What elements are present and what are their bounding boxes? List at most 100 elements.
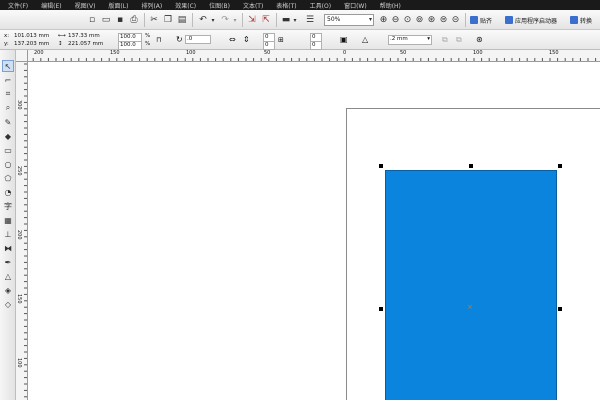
selection-handle-middle-left[interactable] [379, 307, 383, 311]
polygon-tool-icon[interactable]: ⬠ [2, 172, 14, 184]
menu-effects[interactable]: 效果(C) [175, 1, 196, 10]
ruler-top-label: 0 [343, 50, 347, 56]
cut-icon[interactable]: ✂ [148, 13, 160, 27]
application-launcher-icon[interactable]: ▬ [280, 13, 292, 27]
smart-fill-tool-icon[interactable]: ◆ [2, 130, 14, 142]
lock-ratio-icon[interactable]: ⊓ [156, 36, 161, 44]
freehand-tool-icon[interactable]: ✎ [2, 116, 14, 128]
undo-icon[interactable]: ↶ [196, 13, 210, 27]
menu-bitmaps[interactable]: 位图(B) [209, 1, 230, 10]
paste-icon[interactable]: ▤ [176, 13, 188, 27]
ellipse-tool-icon[interactable]: ○ [2, 158, 14, 170]
zoom-page-height-icon[interactable]: ⊝ [450, 13, 461, 27]
mirror-vertical-icon[interactable]: ⇕ [243, 35, 250, 44]
outline-pen-icon: △ [362, 35, 369, 44]
interactive-blend-tool-icon[interactable]: ⧓ [2, 242, 14, 254]
menu-window[interactable]: 窗口(W) [344, 1, 367, 10]
save-icon[interactable]: ▪ [114, 13, 126, 27]
menu-view[interactable]: 视图(V) [75, 1, 96, 10]
to-front-icon[interactable]: ⧉ [442, 35, 448, 45]
rotation-field[interactable]: .0 [185, 35, 211, 44]
selection-handle-top-right[interactable] [558, 164, 562, 168]
transfer-icon [570, 16, 578, 24]
launcher-dropdown-icon[interactable]: ▾ [292, 13, 298, 27]
text-tool-icon[interactable]: 字 [2, 200, 14, 212]
zoom-out-icon[interactable]: ⊖ [390, 13, 401, 27]
menu-layout[interactable]: 版面(L) [108, 1, 128, 10]
zoom-page-width-icon[interactable]: ⊜ [438, 13, 449, 27]
menu-help[interactable]: 帮助(H) [380, 1, 401, 10]
transfer-button[interactable]: 转换 [570, 13, 592, 27]
horizontal-ruler[interactable]: 200 150 100 50 0 50 100 150 [16, 50, 600, 62]
standard-toolbar: ▫ ▭ ▪ ⎙ ✂ ❐ ▤ ↶ ▾ ↷ ▾ ⇲ ⇱ ▬ ▾ ☰ 50% ▾ ⊕ ⊖… [0, 10, 600, 30]
ruler-left-label: 150 [16, 294, 22, 304]
property-bar: x: 101.013 mm y: 137.203 mm ⟷ 137.33 mm … [0, 30, 600, 50]
fill-tool-icon[interactable]: ◈ [2, 284, 14, 296]
redo-icon[interactable]: ↷ [218, 13, 232, 27]
menu-text[interactable]: 文本(T) [243, 1, 263, 10]
corner-bottom-right-field[interactable]: 0 [310, 41, 322, 50]
selection-handle-top-left[interactable] [379, 164, 383, 168]
pick-tool-icon[interactable]: ↖ [2, 60, 14, 72]
undo-dropdown-icon[interactable]: ▾ [210, 13, 216, 27]
crop-tool-icon[interactable]: ⌗ [2, 88, 14, 100]
vertical-ruler[interactable]: 300 250 200 150 100 [16, 62, 28, 400]
wrap-text-icon[interactable]: ▣ [340, 35, 348, 44]
zoom-selected-icon[interactable]: ⊙ [402, 13, 413, 27]
corner-lock-icon[interactable]: ⊞ [278, 36, 284, 44]
selection-handle-top-middle[interactable] [469, 164, 473, 168]
ruler-top-label: 100 [186, 50, 196, 56]
welcome-screen-icon[interactable]: ☰ [304, 13, 316, 27]
zoom-all-objects-icon[interactable]: ⊚ [414, 13, 425, 27]
scale-x-unit: % [145, 33, 151, 39]
scale-y-field[interactable]: 100.0 [118, 41, 142, 50]
convert-to-curves-icon[interactable]: ⊛ [476, 35, 483, 44]
mirror-horizontal-icon[interactable]: ⇔ [229, 35, 236, 44]
dimension-tool-icon[interactable]: ⊥ [2, 228, 14, 240]
y-position-value[interactable]: 137.203 mm [14, 41, 49, 47]
menu-table[interactable]: 表格(T) [276, 1, 296, 10]
ruler-top-label: 100 [473, 50, 483, 56]
zoom-page-icon[interactable]: ⊛ [426, 13, 437, 27]
zoom-tool-icon[interactable]: ⌕ [2, 102, 14, 114]
y-position-label: y: [4, 41, 9, 47]
x-position-label: x: [4, 33, 10, 39]
redo-dropdown-icon[interactable]: ▾ [232, 13, 238, 27]
height-icon: ↕ [58, 41, 63, 47]
interactive-fill-tool-icon[interactable]: ◇ [2, 298, 14, 310]
basic-shapes-tool-icon[interactable]: ◔ [2, 186, 14, 198]
open-folder-icon[interactable]: ▭ [100, 13, 112, 27]
app-launcher-button[interactable]: 应用程序启动器 [505, 13, 557, 27]
outline-tool-icon[interactable]: △ [2, 270, 14, 282]
outline-width-combo[interactable]: .2 mm ▾ [388, 35, 432, 45]
menu-tools[interactable]: 工具(O) [310, 1, 331, 10]
table-tool-icon[interactable]: ▦ [2, 214, 14, 226]
zoom-in-icon[interactable]: ⊕ [378, 13, 389, 27]
menu-file[interactable]: 文件(F) [8, 1, 28, 10]
new-file-icon[interactable]: ▫ [86, 13, 98, 27]
width-value[interactable]: 137.33 mm [68, 33, 100, 39]
ruler-origin[interactable] [16, 50, 28, 62]
rectangle-tool-icon[interactable]: ▭ [2, 144, 14, 156]
to-back-icon[interactable]: ⧉ [456, 35, 462, 45]
selected-rectangle[interactable] [385, 170, 557, 400]
menu-arrange[interactable]: 排列(A) [141, 1, 162, 10]
zoom-level-combo[interactable]: 50% ▾ [324, 14, 374, 26]
shape-tool-icon[interactable]: ⌐ [2, 74, 14, 86]
eyedropper-tool-icon[interactable]: ✒ [2, 256, 14, 268]
menu-edit[interactable]: 编辑(E) [41, 1, 61, 10]
height-value[interactable]: 221.057 mm [68, 41, 103, 47]
menu-bar: 文件(F) 编辑(E) 视图(V) 版面(L) 排列(A) 效果(C) 位图(B… [0, 0, 600, 10]
snap-to-button[interactable]: 贴齐 [470, 13, 492, 27]
export-icon[interactable]: ⇱ [260, 13, 272, 27]
selection-handle-middle-right[interactable] [558, 307, 562, 311]
x-position-value[interactable]: 101.013 mm [14, 33, 49, 39]
drawing-canvas[interactable]: × [28, 62, 600, 400]
ruler-top-label: 150 [549, 50, 559, 56]
rotation-icon: ↻ [176, 35, 183, 44]
import-icon[interactable]: ⇲ [246, 13, 258, 27]
rotation-center-marker[interactable]: × [467, 303, 473, 311]
corner-bottom-left-field[interactable]: 0 [263, 41, 275, 50]
print-icon[interactable]: ⎙ [128, 13, 140, 27]
copy-icon[interactable]: ❐ [162, 13, 174, 27]
